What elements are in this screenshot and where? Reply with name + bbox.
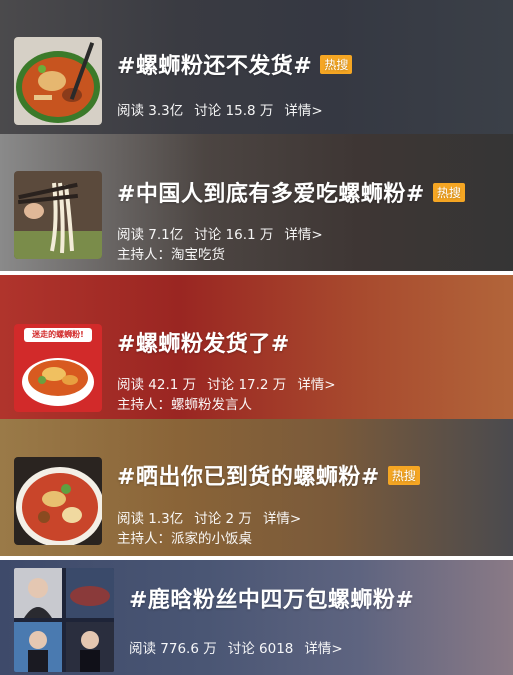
hot-search-badge: 热搜 bbox=[387, 465, 420, 485]
discussion-count: 讨论 2 万 bbox=[194, 511, 252, 527]
discussion-count: 讨论 15.8 万 bbox=[194, 103, 274, 119]
topic-thumbnail bbox=[14, 568, 114, 672]
read-count: 阅读 776.6 万 bbox=[129, 641, 217, 657]
discussion-count: 讨论 17.2 万 bbox=[207, 377, 287, 393]
hot-search-badge: 热搜 bbox=[320, 54, 353, 74]
topic-card-1[interactable]: #螺蛳粉还不发货# 热搜 阅读 3.3亿 讨论 15.8 万详情> bbox=[0, 0, 513, 134]
topic-title[interactable]: #鹿晗粉丝中四万包螺蛳粉# bbox=[129, 582, 414, 614]
topic-stats: 阅读 7.1亿 讨论 16.1 万详情> bbox=[117, 223, 334, 243]
topic-stats: 阅读 3.3亿 讨论 15.8 万详情> bbox=[117, 99, 334, 119]
topic-host: 主持人：淘宝吃货 bbox=[117, 247, 225, 263]
read-count: 阅读 1.3亿 bbox=[117, 511, 184, 527]
topic-thumbnail bbox=[14, 457, 102, 545]
hot-search-badge: 热搜 bbox=[432, 182, 465, 202]
topic-card-3[interactable]: 迷走的螺蛳粉! #螺蛳粉发货了# 阅读 42.1 万讨论 17.2 万详情> 主… bbox=[0, 275, 513, 419]
topic-card-5[interactable]: #鹿晗粉丝中四万包螺蛳粉# 阅读 776.6 万讨论 6018 详情> bbox=[0, 560, 513, 675]
topic-thumbnail: 迷走的螺蛳粉! bbox=[14, 324, 102, 412]
topic-stats: 阅读 1.3亿 讨论 2 万详情> bbox=[117, 507, 312, 527]
read-count: 阅读 3.3亿 bbox=[117, 103, 184, 119]
topic-host: 主持人：螺蛳粉发言人 bbox=[117, 397, 252, 413]
discussion-count: 讨论 6018 bbox=[227, 641, 294, 657]
topic-host: 主持人：派家的小饭桌 bbox=[117, 531, 252, 547]
topic-title[interactable]: #晒出你已到货的螺蛳粉# 热搜 bbox=[117, 459, 420, 491]
topic-card-2[interactable]: #中国人到底有多爱吃螺蛳粉# 热搜 阅读 7.1亿 讨论 16.1 万详情> 主持人… bbox=[0, 134, 513, 271]
topic-thumbnail bbox=[14, 171, 102, 259]
topic-title[interactable]: #螺蛳粉发货了# bbox=[117, 326, 290, 358]
discussion-count: 讨论 16.1 万 bbox=[194, 227, 274, 243]
topic-title[interactable]: #中国人到底有多爱吃螺蛳粉# 热搜 bbox=[117, 176, 465, 208]
details-link[interactable]: 详情> bbox=[304, 641, 342, 657]
read-count: 阅读 42.1 万 bbox=[117, 377, 197, 393]
topic-stats: 阅读 42.1 万讨论 17.2 万详情> bbox=[117, 373, 347, 393]
topic-card-4[interactable]: #晒出你已到货的螺蛳粉# 热搜 阅读 1.3亿 讨论 2 万详情> 主持人：派家的小… bbox=[0, 419, 513, 556]
topic-stats: 阅读 776.6 万讨论 6018 详情> bbox=[129, 637, 354, 657]
thumbnail-caption: 迷走的螺蛳粉! bbox=[32, 330, 84, 339]
details-link[interactable]: 详情> bbox=[297, 377, 335, 393]
topic-title[interactable]: #螺蛳粉还不发货# 热搜 bbox=[117, 48, 353, 80]
topic-thumbnail bbox=[14, 37, 102, 125]
details-link[interactable]: 详情> bbox=[284, 103, 322, 119]
details-link[interactable]: 详情> bbox=[263, 511, 301, 527]
details-link[interactable]: 详情> bbox=[284, 227, 322, 243]
read-count: 阅读 7.1亿 bbox=[117, 227, 184, 243]
